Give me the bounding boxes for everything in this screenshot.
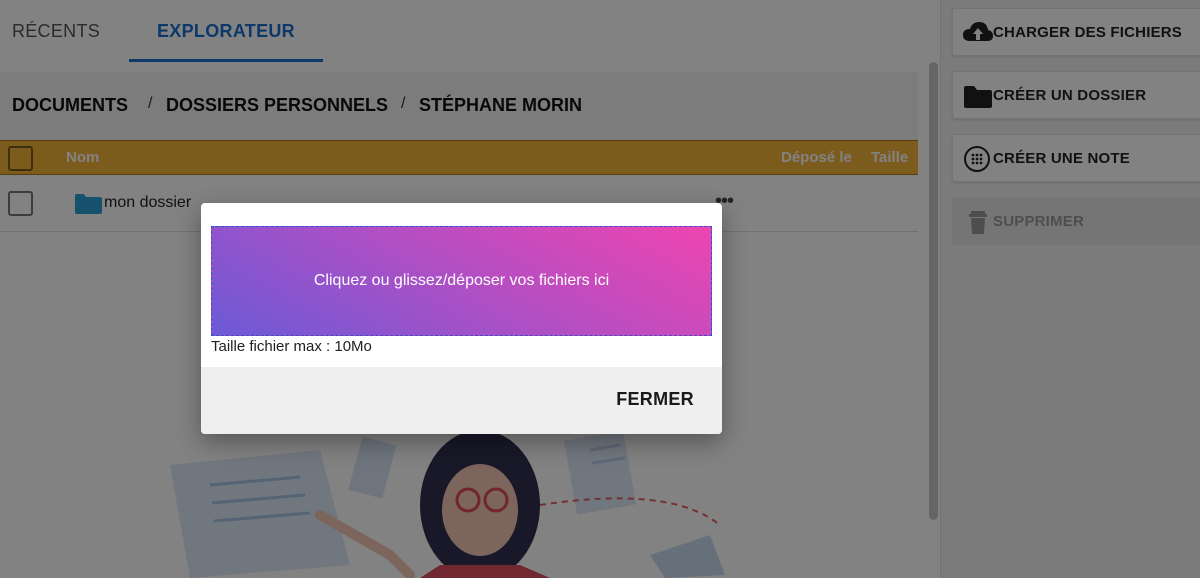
max-file-size-text: Taille fichier max : 10Mo <box>211 338 372 355</box>
dialog-footer: FERMER <box>201 367 722 434</box>
file-dropzone[interactable]: Cliquez ou glissez/déposer vos fichiers … <box>211 226 712 336</box>
close-button[interactable]: FERMER <box>616 389 694 410</box>
upload-dialog: Cliquez ou glissez/déposer vos fichiers … <box>201 203 722 434</box>
dropzone-text: Cliquez ou glissez/déposer vos fichiers … <box>313 272 610 289</box>
